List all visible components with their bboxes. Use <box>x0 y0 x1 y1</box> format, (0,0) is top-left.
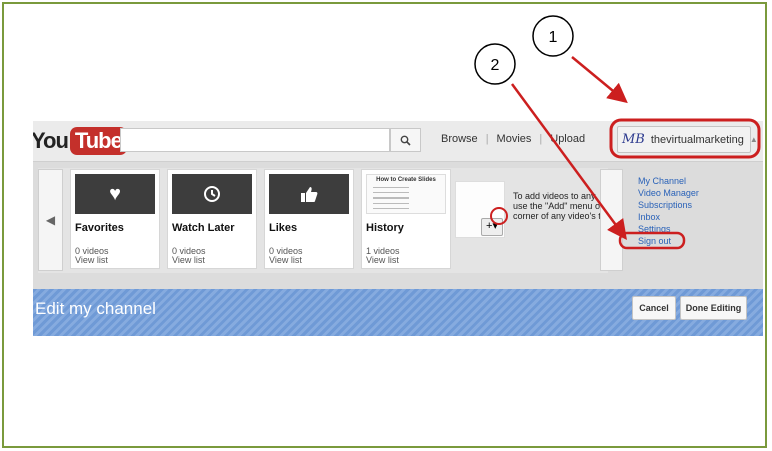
annotation-number: 1 <box>549 29 558 46</box>
annotation-arrow-2 <box>510 83 627 241</box>
highlight-user-button <box>609 118 761 159</box>
highlight-settings <box>618 231 686 250</box>
annotation-arrow-1 <box>571 56 628 104</box>
annotation-overlay: 1 2 <box>474 15 761 250</box>
highlight-add-icon <box>490 207 508 225</box>
annotation-number: 2 <box>491 57 500 74</box>
